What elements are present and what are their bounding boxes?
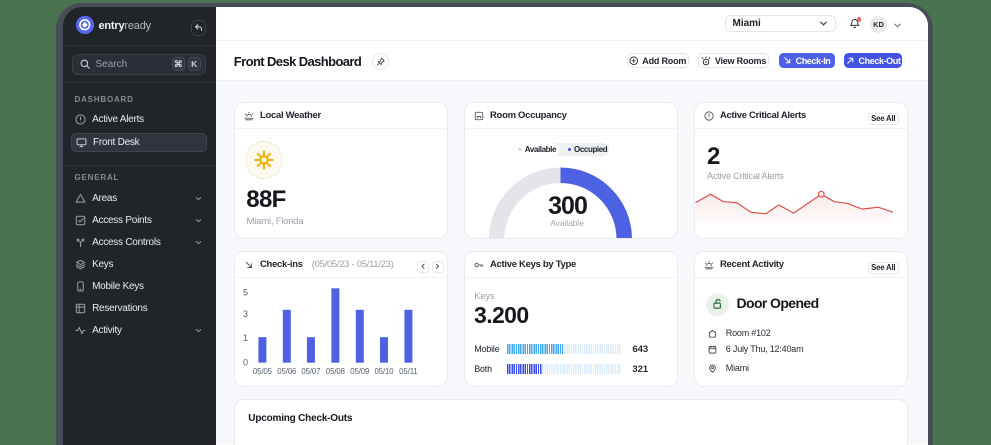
svg-text:3: 3 xyxy=(243,309,248,319)
svg-text:05/09: 05/09 xyxy=(350,367,369,376)
svg-text:05/08: 05/08 xyxy=(326,367,345,376)
svg-text:05/10: 05/10 xyxy=(374,367,394,376)
svg-text:0: 0 xyxy=(243,358,248,368)
svg-text:05/05: 05/05 xyxy=(253,367,273,376)
svg-text:05/07: 05/07 xyxy=(301,367,320,376)
svg-text:1: 1 xyxy=(243,333,248,343)
svg-text:5: 5 xyxy=(243,288,248,298)
svg-text:05/11: 05/11 xyxy=(399,367,417,376)
svg-text:05/06: 05/06 xyxy=(277,367,296,376)
